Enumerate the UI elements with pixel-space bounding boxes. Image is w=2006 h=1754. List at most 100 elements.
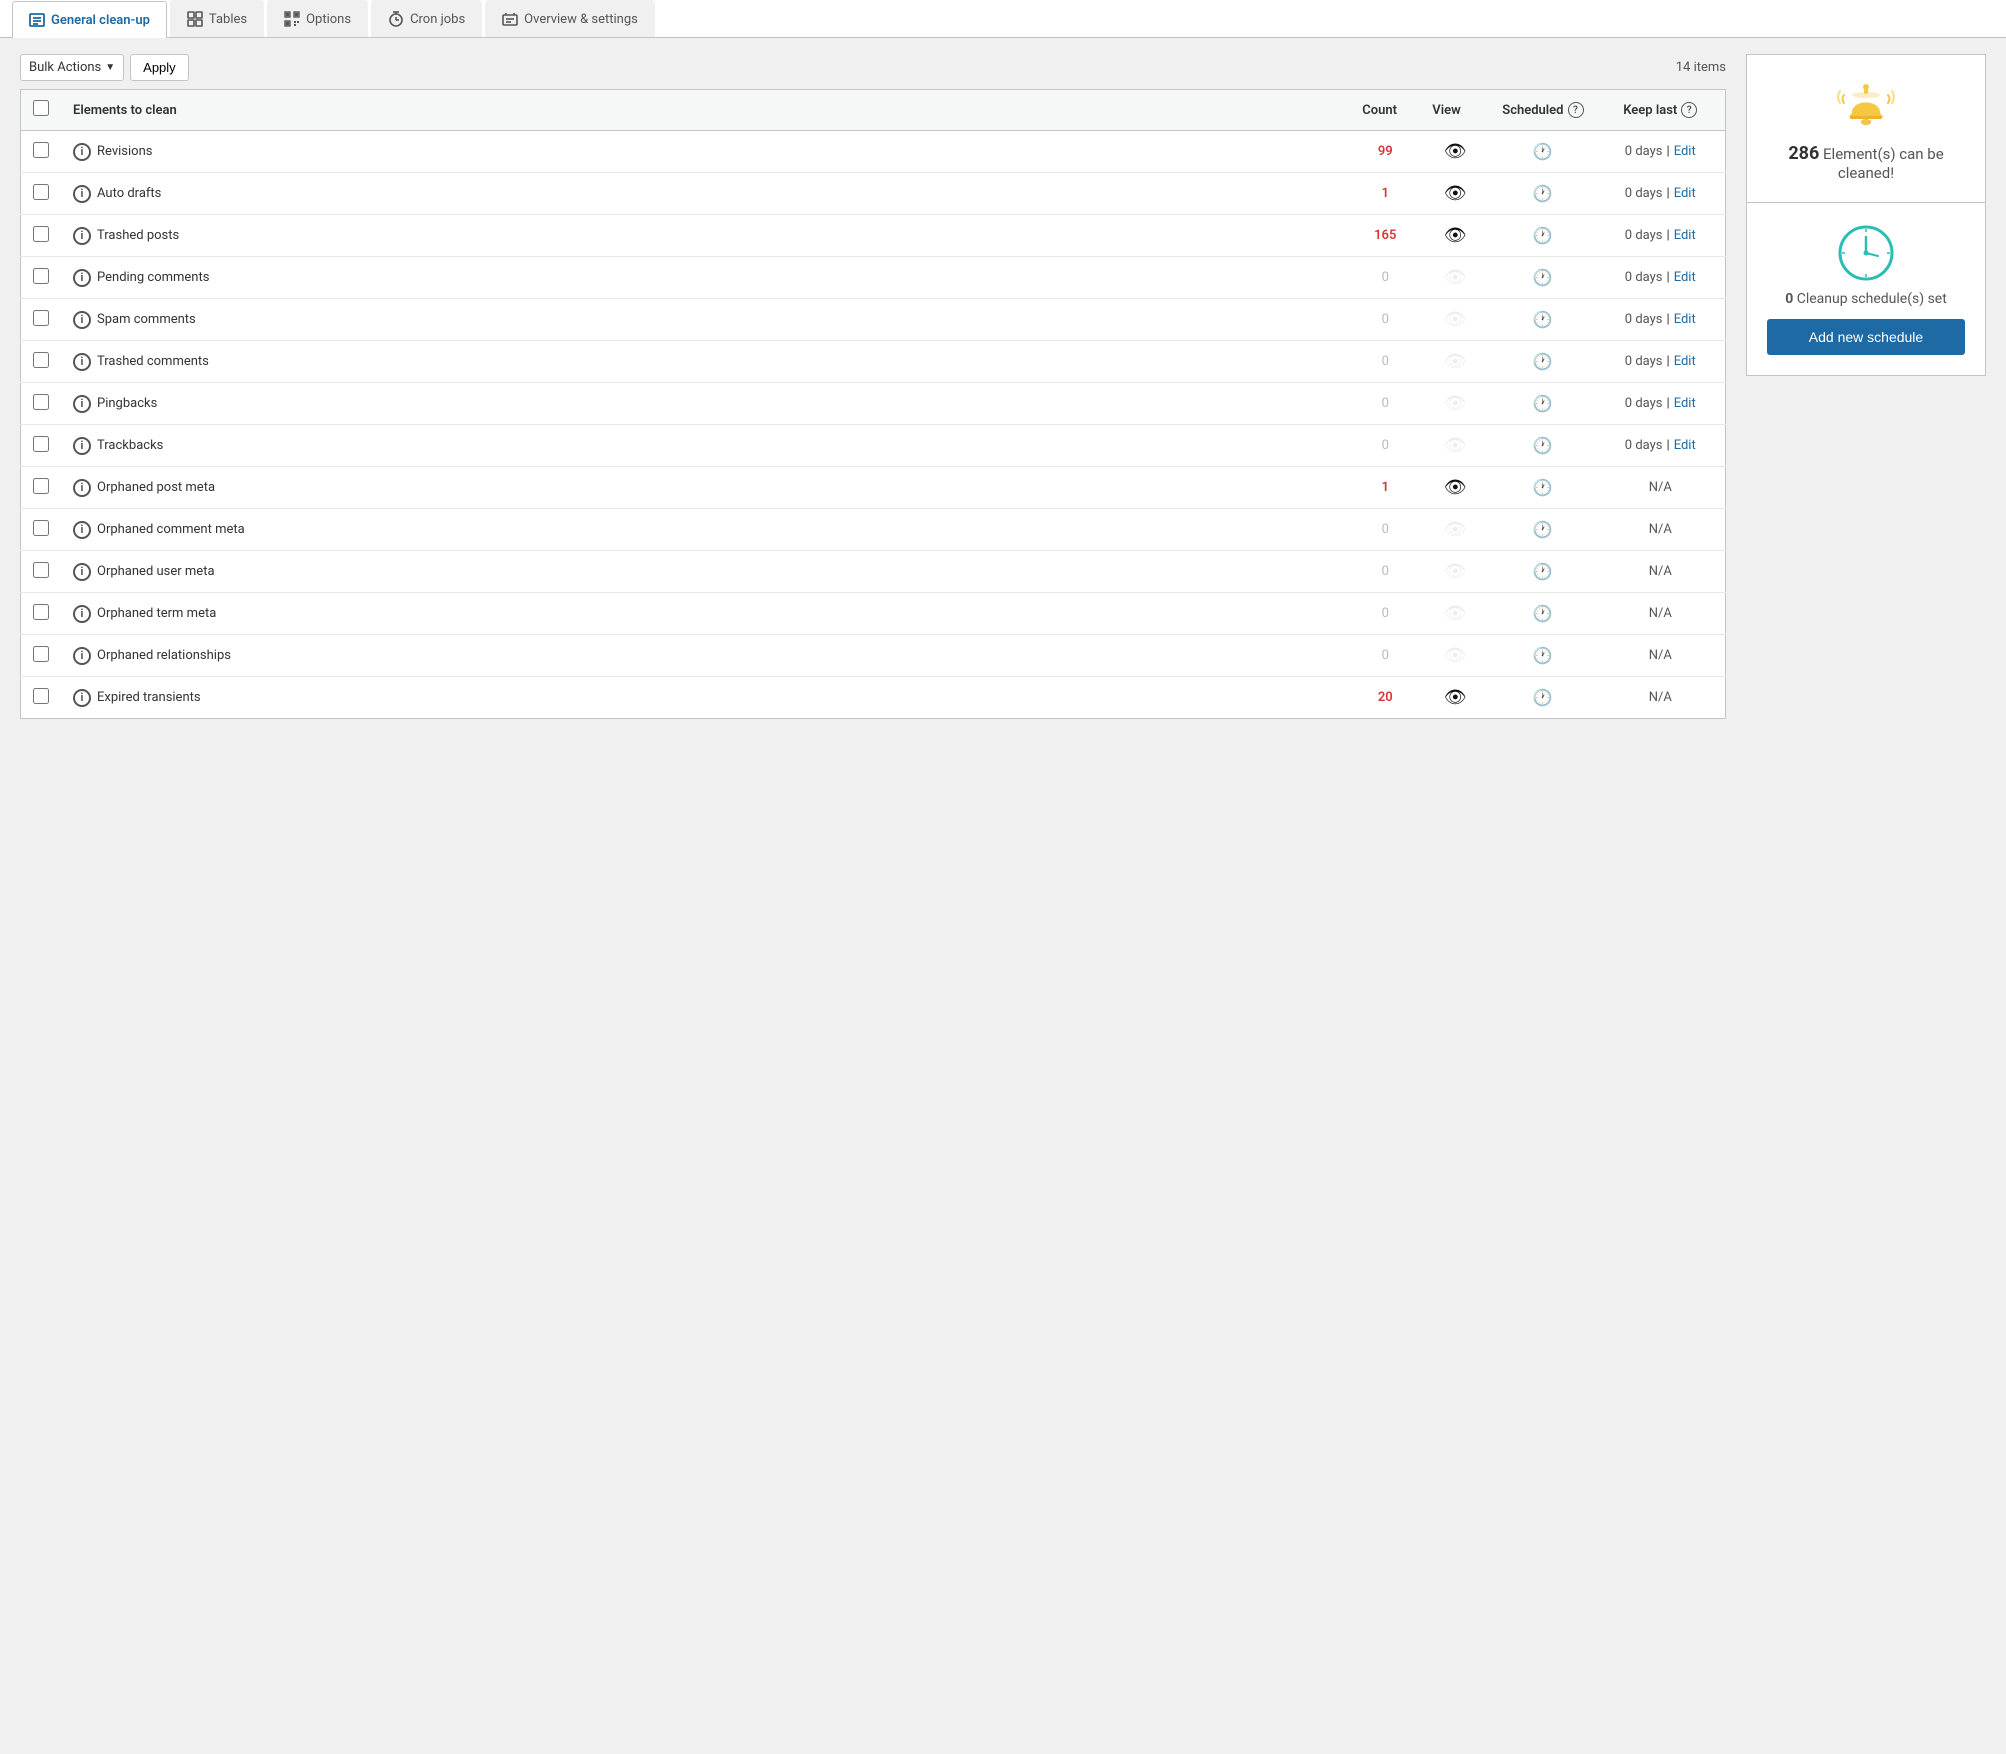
table-row: i Expired transients 20👁🕐N/A — [21, 677, 1726, 719]
tab-general-cleanup[interactable]: General clean-up — [12, 1, 167, 38]
row-checkbox[interactable] — [33, 688, 49, 704]
na-value: N/A — [1649, 480, 1672, 495]
tab-tables[interactable]: Tables — [170, 0, 264, 37]
tab-overview-settings[interactable]: Overview & settings — [485, 0, 655, 37]
table-row: i Orphaned user meta 0👁🕐N/A — [21, 551, 1726, 593]
table-row: i Pingbacks 0👁🕐 0 days | Edit — [21, 383, 1726, 425]
count-value: 0 — [1382, 354, 1389, 369]
element-label: Trashed posts — [97, 228, 179, 243]
count-value: 0 — [1382, 396, 1389, 411]
info-icon[interactable]: i — [73, 479, 91, 497]
info-icon[interactable]: i — [73, 647, 91, 665]
grid-icon — [187, 11, 203, 27]
bulk-actions-dropdown[interactable]: Bulk Actions ▼ — [20, 54, 124, 81]
view-cell: 👁 — [1420, 551, 1490, 593]
element-name: i Pingbacks — [73, 395, 1338, 413]
add-schedule-button[interactable]: Add new schedule — [1767, 319, 1965, 355]
scheduled-help-icon[interactable]: ? — [1568, 102, 1584, 118]
edit-link[interactable]: Edit — [1674, 438, 1696, 453]
row-checkbox[interactable] — [33, 562, 49, 578]
eye-inactive-icon[interactable]: 👁 — [1444, 603, 1467, 624]
keep-last-cell: 0 days | Edit — [1596, 173, 1726, 215]
apply-button[interactable]: Apply — [130, 54, 189, 81]
edit-link[interactable]: Edit — [1674, 228, 1696, 243]
keep-days-text: 0 days — [1625, 270, 1663, 285]
tab-cron-jobs[interactable]: Cron jobs — [371, 0, 482, 37]
edit-link[interactable]: Edit — [1674, 354, 1696, 369]
edit-link[interactable]: Edit — [1674, 186, 1696, 201]
count-value: 20 — [1378, 690, 1393, 705]
eye-inactive-icon[interactable]: 👁 — [1444, 435, 1467, 456]
row-checkbox[interactable] — [33, 352, 49, 368]
row-checkbox[interactable] — [33, 310, 49, 326]
row-checkbox[interactable] — [33, 268, 49, 284]
count-cell: 0 — [1350, 425, 1420, 467]
sidebar: 286 Element(s) can be cleaned! 0 Cleanup… — [1746, 54, 1986, 376]
edit-link[interactable]: Edit — [1674, 144, 1696, 159]
eye-inactive-icon[interactable]: 👁 — [1444, 309, 1467, 330]
info-icon[interactable]: i — [73, 521, 91, 539]
view-cell: 👁 — [1420, 341, 1490, 383]
dropdown-arrow-icon: ▼ — [105, 62, 115, 73]
element-name-cell: i Trashed comments — [61, 341, 1350, 383]
keep-last-help-icon[interactable]: ? — [1681, 102, 1697, 118]
table-row: i Orphaned term meta 0👁🕐N/A — [21, 593, 1726, 635]
info-icon[interactable]: i — [73, 563, 91, 581]
element-name: i Pending comments — [73, 269, 1338, 287]
keep-separator: | — [1667, 186, 1670, 201]
keep-last-value: 0 days | Edit — [1608, 396, 1714, 411]
eye-active-icon[interactable]: 👁 — [1444, 225, 1467, 246]
row-checkbox-cell — [21, 593, 62, 635]
info-icon[interactable]: i — [73, 689, 91, 707]
eye-active-icon[interactable]: 👁 — [1444, 687, 1467, 708]
table-row: i Orphaned comment meta 0👁🕐N/A — [21, 509, 1726, 551]
row-checkbox[interactable] — [33, 184, 49, 200]
element-label: Pingbacks — [97, 396, 157, 411]
tab-options[interactable]: Options — [267, 0, 368, 37]
count-value: 165 — [1374, 228, 1396, 243]
eye-inactive-icon[interactable]: 👁 — [1444, 561, 1467, 582]
info-icon[interactable]: i — [73, 605, 91, 623]
scheduled-cell: 🕐 — [1490, 635, 1595, 677]
edit-link[interactable]: Edit — [1674, 270, 1696, 285]
info-icon[interactable]: i — [73, 311, 91, 329]
view-cell: 👁 — [1420, 509, 1490, 551]
row-checkbox[interactable] — [33, 394, 49, 410]
keep-last-cell: 0 days | Edit — [1596, 341, 1726, 383]
info-icon[interactable]: i — [73, 353, 91, 371]
row-checkbox[interactable] — [33, 646, 49, 662]
edit-link[interactable]: Edit — [1674, 396, 1696, 411]
keep-last-cell: 0 days | Edit — [1596, 425, 1726, 467]
info-icon[interactable]: i — [73, 185, 91, 203]
info-icon[interactable]: i — [73, 143, 91, 161]
scheduled-cell: 🕐 — [1490, 215, 1595, 257]
row-checkbox[interactable] — [33, 604, 49, 620]
row-checkbox[interactable] — [33, 226, 49, 242]
keep-last-cell: N/A — [1596, 593, 1726, 635]
eye-inactive-icon[interactable]: 👁 — [1444, 351, 1467, 372]
select-all-checkbox[interactable] — [33, 100, 49, 116]
info-icon[interactable]: i — [73, 227, 91, 245]
scheduled-cell: 🕐 — [1490, 257, 1595, 299]
eye-inactive-icon[interactable]: 👁 — [1444, 519, 1467, 540]
info-icon[interactable]: i — [73, 269, 91, 287]
eye-inactive-icon[interactable]: 👁 — [1444, 645, 1467, 666]
row-checkbox[interactable] — [33, 436, 49, 452]
info-icon[interactable]: i — [73, 437, 91, 455]
row-checkbox[interactable] — [33, 478, 49, 494]
tab-overview-settings-label: Overview & settings — [524, 12, 638, 27]
row-checkbox-cell — [21, 299, 62, 341]
eye-active-icon[interactable]: 👁 — [1444, 477, 1467, 498]
eye-inactive-icon[interactable]: 👁 — [1444, 267, 1467, 288]
row-checkbox[interactable] — [33, 520, 49, 536]
edit-link[interactable]: Edit — [1674, 312, 1696, 327]
item-count: 14 items — [1676, 60, 1726, 75]
tab-general-cleanup-label: General clean-up — [51, 13, 150, 28]
eye-inactive-icon[interactable]: 👁 — [1444, 393, 1467, 414]
row-checkbox[interactable] — [33, 142, 49, 158]
eye-active-icon[interactable]: 👁 — [1444, 141, 1467, 162]
eye-active-icon[interactable]: 👁 — [1444, 183, 1467, 204]
scheduled-cell: 🕐 — [1490, 593, 1595, 635]
info-icon[interactable]: i — [73, 395, 91, 413]
element-name: i Auto drafts — [73, 185, 1338, 203]
